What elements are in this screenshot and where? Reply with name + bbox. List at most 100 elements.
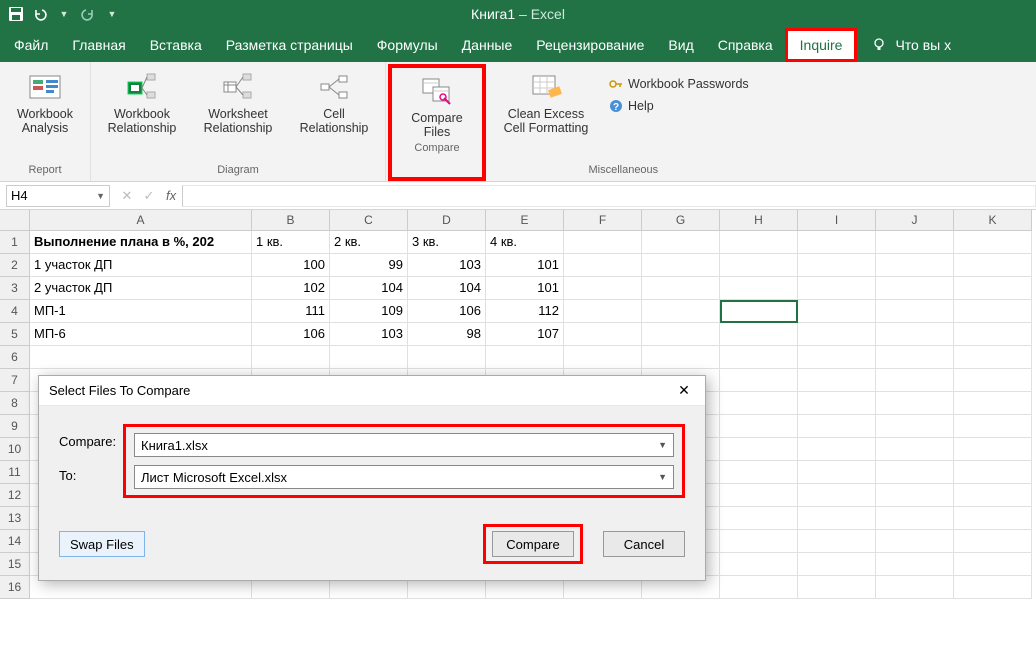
- cell[interactable]: [486, 346, 564, 369]
- cell[interactable]: [720, 507, 798, 530]
- cell[interactable]: [408, 346, 486, 369]
- col-header[interactable]: C: [330, 210, 408, 231]
- cell[interactable]: 107: [486, 323, 564, 346]
- row-header[interactable]: 12: [0, 484, 30, 507]
- cell[interactable]: [876, 461, 954, 484]
- cell[interactable]: [798, 415, 876, 438]
- row-header[interactable]: 4: [0, 300, 30, 323]
- cell[interactable]: 104: [408, 277, 486, 300]
- to-file-combo[interactable]: Лист Microsoft Excel.xlsx ▼: [134, 465, 674, 489]
- cancel-button[interactable]: Cancel: [603, 531, 685, 557]
- swap-files-button[interactable]: Swap Files: [59, 531, 145, 557]
- cell[interactable]: [798, 300, 876, 323]
- cell[interactable]: 106: [252, 323, 330, 346]
- cell[interactable]: [720, 553, 798, 576]
- cell[interactable]: [876, 300, 954, 323]
- cell[interactable]: 104: [330, 277, 408, 300]
- row-header[interactable]: 14: [0, 530, 30, 553]
- tab-data[interactable]: Данные: [450, 28, 525, 62]
- col-header[interactable]: I: [798, 210, 876, 231]
- cell[interactable]: 106: [408, 300, 486, 323]
- col-header[interactable]: J: [876, 210, 954, 231]
- cell[interactable]: [564, 346, 642, 369]
- cell[interactable]: [720, 415, 798, 438]
- accept-formula-icon[interactable]: ✓: [138, 188, 160, 204]
- cell[interactable]: 111: [252, 300, 330, 323]
- tab-file[interactable]: Файл: [0, 28, 60, 62]
- selected-cell[interactable]: [720, 300, 798, 323]
- compare-button[interactable]: Compare: [492, 531, 574, 557]
- cell[interactable]: [798, 438, 876, 461]
- tab-help[interactable]: Справка: [706, 28, 785, 62]
- tab-formulas[interactable]: Формулы: [365, 28, 450, 62]
- cell[interactable]: [564, 300, 642, 323]
- cell[interactable]: [642, 277, 720, 300]
- cell[interactable]: [876, 369, 954, 392]
- cell[interactable]: [876, 346, 954, 369]
- cell[interactable]: [876, 254, 954, 277]
- save-icon[interactable]: [6, 4, 26, 24]
- cell[interactable]: [954, 254, 1032, 277]
- cell[interactable]: [798, 576, 876, 599]
- cell[interactable]: [330, 346, 408, 369]
- row-header[interactable]: 10: [0, 438, 30, 461]
- cell[interactable]: [642, 231, 720, 254]
- qat-customize-icon[interactable]: ▼: [102, 4, 122, 24]
- cell[interactable]: [798, 323, 876, 346]
- cell[interactable]: [564, 254, 642, 277]
- tab-review[interactable]: Рецензирование: [524, 28, 656, 62]
- cell[interactable]: [798, 507, 876, 530]
- undo-dropdown-icon[interactable]: ▼: [54, 4, 74, 24]
- cell[interactable]: [876, 277, 954, 300]
- cell[interactable]: [954, 576, 1032, 599]
- cell[interactable]: [720, 323, 798, 346]
- cell[interactable]: [798, 392, 876, 415]
- cell[interactable]: [798, 277, 876, 300]
- cell[interactable]: [720, 254, 798, 277]
- cell[interactable]: [876, 530, 954, 553]
- tab-insert[interactable]: Вставка: [138, 28, 214, 62]
- col-header[interactable]: H: [720, 210, 798, 231]
- tab-layout[interactable]: Разметка страницы: [214, 28, 365, 62]
- col-header[interactable]: D: [408, 210, 486, 231]
- cell[interactable]: [954, 277, 1032, 300]
- row-header[interactable]: 13: [0, 507, 30, 530]
- row-header[interactable]: 15: [0, 553, 30, 576]
- cell[interactable]: 2 кв.: [330, 231, 408, 254]
- cell[interactable]: 103: [408, 254, 486, 277]
- cell[interactable]: [798, 346, 876, 369]
- tab-home[interactable]: Главная: [60, 28, 137, 62]
- cell[interactable]: [876, 392, 954, 415]
- cell[interactable]: Выполнение плана в %, 202: [30, 231, 252, 254]
- row-header[interactable]: 5: [0, 323, 30, 346]
- cell[interactable]: [720, 484, 798, 507]
- fx-label[interactable]: fx: [160, 188, 182, 203]
- cell[interactable]: МП-1: [30, 300, 252, 323]
- worksheet-relationship-button[interactable]: Worksheet Relationship: [197, 70, 279, 135]
- col-header[interactable]: E: [486, 210, 564, 231]
- cell[interactable]: [876, 415, 954, 438]
- cell[interactable]: 101: [486, 277, 564, 300]
- cell[interactable]: [876, 507, 954, 530]
- cell[interactable]: [798, 254, 876, 277]
- cell[interactable]: [954, 438, 1032, 461]
- col-header[interactable]: B: [252, 210, 330, 231]
- cell[interactable]: 102: [252, 277, 330, 300]
- cell[interactable]: [954, 461, 1032, 484]
- cell[interactable]: 103: [330, 323, 408, 346]
- cell[interactable]: [954, 392, 1032, 415]
- cell[interactable]: [642, 323, 720, 346]
- close-icon[interactable]: ✕: [671, 382, 697, 399]
- compare-file-combo[interactable]: Книга1.xlsx ▼: [134, 433, 674, 457]
- name-box[interactable]: H4 ▼: [6, 185, 110, 207]
- col-header[interactable]: G: [642, 210, 720, 231]
- cancel-formula-icon[interactable]: ✕: [116, 188, 138, 204]
- cell[interactable]: [720, 392, 798, 415]
- cell[interactable]: 3 кв.: [408, 231, 486, 254]
- cell[interactable]: [954, 323, 1032, 346]
- select-all-corner[interactable]: [0, 210, 30, 231]
- cell[interactable]: [564, 323, 642, 346]
- row-header[interactable]: 6: [0, 346, 30, 369]
- cell[interactable]: [252, 346, 330, 369]
- cell[interactable]: [720, 461, 798, 484]
